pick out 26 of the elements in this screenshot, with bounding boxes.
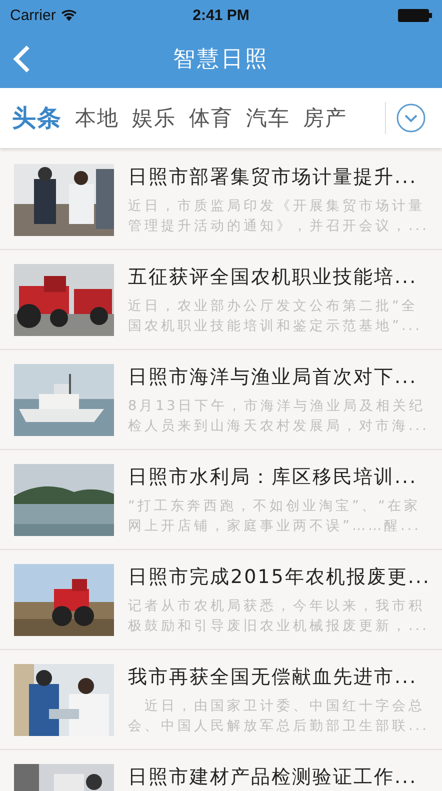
news-title[interactable]: 我市再获全国无偿献血先进市... xyxy=(128,664,432,690)
news-summary: 记者从市农机局获悉，今年以来，我市积极鼓励和引导废旧农业机械报废更新，... xyxy=(128,597,430,636)
dropdown-icon[interactable] xyxy=(396,103,426,133)
category-tab[interactable]: 娱乐 xyxy=(132,104,176,132)
news-summary: 近日，由国家卫计委、中国红十字会总会、中国人民解放军总后勤部卫生部联... xyxy=(128,697,430,736)
wifi-icon xyxy=(60,9,77,21)
battery-icon xyxy=(398,8,432,22)
news-title[interactable]: 五征获评全国农机职业技能培... xyxy=(128,264,432,290)
news-title[interactable]: 日照市水利局：库区移民培训... xyxy=(128,464,432,490)
news-title[interactable]: 日照市部署集贸市场计量提升... xyxy=(128,164,432,190)
category-tab[interactable]: 房产 xyxy=(303,104,347,132)
category-tab[interactable]: 体育 xyxy=(189,104,233,132)
news-summary: 近日，农业部办公厅发文公布第二批“全国农机职业技能培训和鉴定示范基地”... xyxy=(128,297,423,336)
news-title[interactable]: 日照市建材产品检测验证工作... xyxy=(128,764,432,790)
category-tab[interactable]: 头条 xyxy=(12,102,62,134)
news-title[interactable]: 日照市海洋与渔业局首次对下... xyxy=(128,364,432,390)
back-icon[interactable] xyxy=(12,45,32,73)
news-summary: 8月13日下午，市海洋与渔业局及相关纪检人员来到山海天农村发展局，对市海... xyxy=(128,397,430,436)
category-tab[interactable]: 汽车 xyxy=(246,104,290,132)
window-title: 智慧日照 xyxy=(173,46,269,74)
status-time: 2:41 PM xyxy=(192,6,250,24)
news-title[interactable]: 日照市完成2015年农机报废更... xyxy=(128,564,432,590)
news-summary: 近日，市质监局印发《开展集贸市场计量管理提升活动的通知》，并召开会议，... xyxy=(128,197,430,236)
carrier-name: Carrier xyxy=(10,6,56,24)
news-summary: “打工东奔西跑，不如创业淘宝”、“在家网上开店铺，家庭事业两不误”……醒... xyxy=(128,497,422,536)
category-tab[interactable]: 本地 xyxy=(75,104,119,132)
